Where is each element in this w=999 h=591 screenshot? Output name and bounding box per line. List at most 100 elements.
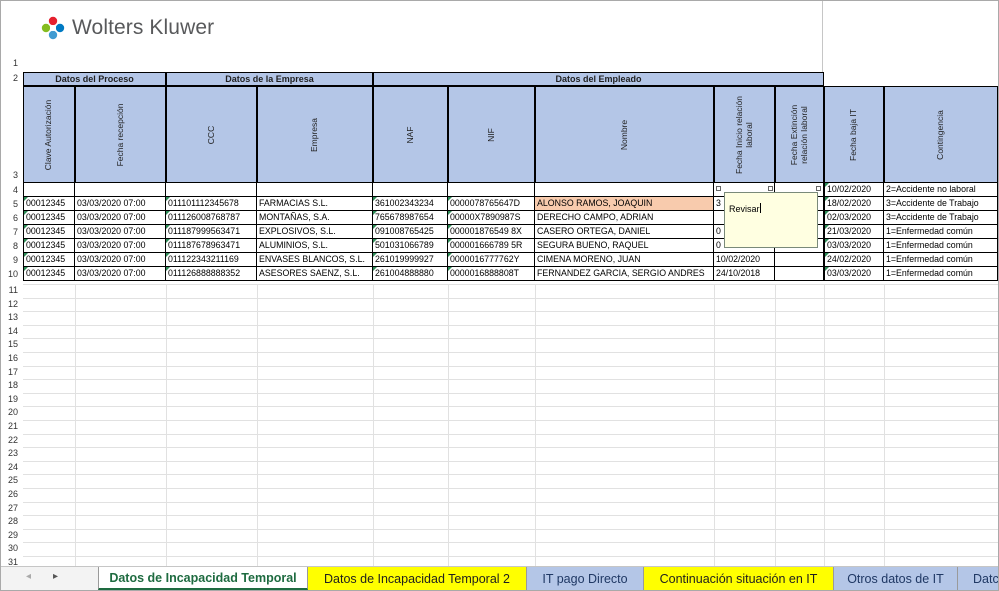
table-cell[interactable]: 00012345 [23,211,75,225]
table-cell[interactable] [166,183,257,197]
table-cell[interactable]: 10/02/2020 [714,253,775,267]
row-number[interactable]: 3 [1,171,23,180]
table-cell[interactable]: 3=Accidente de Trabajo [884,211,998,225]
column-header[interactable]: Contingencia [884,86,998,183]
table-cell[interactable]: 000001666789 5R [448,239,535,253]
sheet-tab[interactable]: Datos de Incapacidad Temporal 2 [308,567,527,590]
column-header[interactable]: Empresa [257,86,373,183]
column-header[interactable]: Fecha baja IT [824,86,884,183]
row-number[interactable]: 21 [1,422,23,431]
sheet-tab[interactable]: Datc [958,567,998,590]
table-cell[interactable]: 03/03/2020 [824,267,884,281]
table-cell[interactable]: 24/02/2020 [824,253,884,267]
table-cell[interactable]: 10/02/2020 [824,183,884,197]
row-number[interactable]: 9 [1,256,23,265]
table-cell[interactable]: 1=Enfermedad común [884,225,998,239]
table-cell[interactable]: 011126008768787 [166,211,257,225]
table-cell[interactable] [23,183,75,197]
table-cell[interactable]: 03/03/2020 07:00 [75,239,166,253]
row-number[interactable]: 18 [1,381,23,390]
table-cell[interactable]: 03/03/2020 [824,239,884,253]
table-cell[interactable]: 011187999563471 [166,225,257,239]
table-cell[interactable]: 261019999927 [373,253,448,267]
table-cell[interactable]: ASESORES SAENZ, S.L. [257,267,373,281]
column-header[interactable]: NAF [373,86,448,183]
cell-comment-box[interactable]: Revisar [724,192,818,248]
table-cell[interactable]: 361002343234 [373,197,448,211]
table-cell[interactable]: 1=Enfermedad común [884,253,998,267]
table-cell[interactable]: 00000X7890987S [448,211,535,225]
comment-resize-handle[interactable] [816,186,821,191]
table-cell[interactable]: ENVASES BLANCOS, S.L. [257,253,373,267]
sheet-tab[interactable]: Otros datos de IT [834,567,958,590]
table-cell[interactable]: 21/03/2020 [824,225,884,239]
row-number[interactable]: 25 [1,476,23,485]
table-cell[interactable] [535,183,714,197]
sheet-tab[interactable]: Datos de Incapacidad Temporal [98,567,308,590]
table-cell[interactable] [448,183,535,197]
table-cell[interactable]: EXPLOSIVOS, S.L. [257,225,373,239]
table-cell[interactable]: 03/03/2020 07:00 [75,253,166,267]
row-number[interactable]: 24 [1,462,23,472]
table-cell[interactable]: 091008765425 [373,225,448,239]
table-cell[interactable] [775,253,824,267]
row-number[interactable]: 27 [1,503,23,513]
row-number[interactable]: 26 [1,490,23,499]
table-cell[interactable]: ALUMINIOS, S.L. [257,239,373,253]
row-number[interactable]: 6 [1,214,23,223]
table-cell[interactable]: 0000016888808T [448,267,535,281]
table-cell[interactable]: CIMENA MORENO, JUAN [535,253,714,267]
comment-resize-handle[interactable] [716,186,721,191]
table-cell[interactable] [373,183,448,197]
table-cell[interactable]: 03/03/2020 07:00 [75,225,166,239]
table-cell[interactable]: 0000016777762Y [448,253,535,267]
table-cell[interactable]: 03/03/2020 07:00 [75,197,166,211]
row-number[interactable]: 20 [1,408,23,417]
table-cell[interactable]: 011122343211169 [166,253,257,267]
row-number[interactable]: 28 [1,517,23,526]
table-cell[interactable]: DERECHO CAMPO, ADRIAN [535,211,714,225]
table-cell[interactable]: 011126888888352 [166,267,257,281]
row-number[interactable]: 11 [1,286,23,295]
sheet-tab[interactable]: Continuación situación en IT [644,567,834,590]
row-number[interactable]: 7 [1,228,23,237]
row-number[interactable]: 13 [1,313,23,322]
comment-resize-handle[interactable] [768,186,773,191]
row-number[interactable]: 19 [1,394,23,404]
table-cell[interactable]: 2=Accidente no laboral [884,183,998,197]
table-cell[interactable]: 03/03/2020 07:00 [75,267,166,281]
row-number[interactable]: 2 [1,74,23,83]
table-cell[interactable]: 1=Enfermedad común [884,267,998,281]
table-cell[interactable] [775,267,824,281]
column-header[interactable]: Fecha Extinción relación laboral [775,86,824,183]
row-number[interactable]: 23 [1,449,23,458]
table-cell[interactable]: 02/03/2020 [824,211,884,225]
column-header[interactable]: Nombre [535,86,714,183]
table-cell[interactable]: 3=Accidente de Trabajo [884,197,998,211]
row-number[interactable]: 10 [1,270,23,279]
table-cell[interactable]: 261004888880 [373,267,448,281]
row-number[interactable]: 12 [1,299,23,309]
table-cell[interactable]: 00012345 [23,225,75,239]
row-number[interactable]: 22 [1,435,23,445]
row-number[interactable]: 5 [1,200,23,209]
table-cell[interactable]: 765678987654 [373,211,448,225]
table-cell[interactable]: FERNANDEZ GARCIA, SERGIO ANDRES [535,267,714,281]
table-cell[interactable]: 00012345 [23,267,75,281]
table-cell[interactable]: 24/10/2018 [714,267,775,281]
sheet-tab[interactable]: IT pago Directo [527,567,644,590]
table-cell[interactable]: 011187678963471 [166,239,257,253]
table-cell[interactable] [257,183,373,197]
tab-scroll-right-icon[interactable]: ▸ [53,571,58,582]
row-number[interactable]: 1 [1,59,23,68]
column-header[interactable]: Clave Autorización [23,86,75,183]
table-cell[interactable]: MONTAÑAS, S.A. [257,211,373,225]
table-cell[interactable]: ALONSO RAMOS, JOAQUIN [535,197,714,211]
row-number[interactable]: 17 [1,367,23,377]
table-cell[interactable]: 1=Enfermedad común [884,239,998,253]
row-number[interactable]: 30 [1,544,23,553]
table-cell[interactable] [75,183,166,197]
column-header[interactable]: NIF [448,86,535,183]
table-cell[interactable]: 00012345 [23,197,75,211]
table-cell[interactable]: 03/03/2020 07:00 [75,211,166,225]
